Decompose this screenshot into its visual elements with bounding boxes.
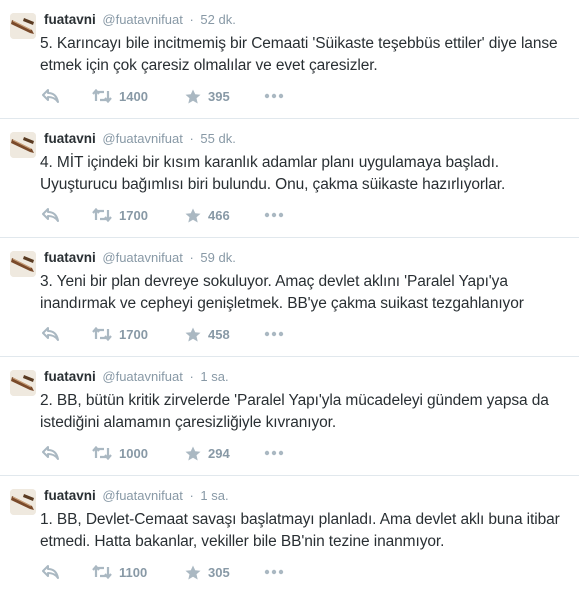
favorite-button[interactable]: 395 [185, 84, 230, 108]
tweet[interactable]: fuatavni @fuatavnifuat · 1 sa. 2. BB, bü… [0, 357, 579, 476]
avatar[interactable] [10, 13, 36, 39]
retweet-icon [92, 89, 112, 103]
author-username[interactable]: @fuatavnifuat [102, 12, 182, 27]
tweet-header: fuatavni @fuatavnifuat · 1 sa. [44, 487, 229, 505]
more-dots-icon [264, 450, 284, 456]
retweet-icon [92, 446, 112, 460]
tweet-text: 1. BB, Devlet-Cemaat savaşı başlatmayı p… [40, 511, 560, 550]
tweet-header: fuatavni @fuatavnifuat · 52 dk. [44, 11, 236, 29]
tweet-actions: 1400 395 [42, 84, 522, 108]
retweet-count: 1700 [119, 326, 148, 342]
reply-button[interactable] [42, 84, 60, 108]
more-dots-icon [264, 331, 284, 337]
reply-button[interactable] [42, 560, 60, 584]
tweet-text: 3. Yeni bir plan devreye sokuluyor. Amaç… [40, 273, 524, 312]
author-fullname[interactable]: fuatavni [44, 12, 96, 27]
reply-arrow-icon [42, 89, 59, 103]
author-fullname[interactable]: fuatavni [44, 369, 96, 384]
tweet-actions: 1100 305 [42, 560, 522, 584]
avatar[interactable] [10, 132, 36, 158]
separator-dot: · [189, 488, 194, 503]
retweet-icon [92, 327, 112, 341]
tweet-text: 4. MİT içindeki bir kısım karanlık adaml… [40, 154, 506, 193]
tweet-actions: 1700 466 [42, 203, 522, 227]
reply-arrow-icon [42, 208, 59, 222]
star-icon [185, 327, 201, 341]
reply-arrow-icon [42, 327, 59, 341]
favorite-button[interactable]: 458 [185, 322, 230, 346]
favorite-count: 294 [208, 445, 230, 461]
reply-arrow-icon [42, 446, 59, 460]
favorite-count: 466 [208, 207, 230, 223]
avatar[interactable] [10, 251, 36, 277]
more-button[interactable] [264, 203, 284, 227]
favorite-count: 305 [208, 564, 230, 580]
more-button[interactable] [264, 84, 284, 108]
tweet-actions: 1000 294 [42, 441, 522, 465]
star-icon [185, 565, 201, 579]
tweet-actions: 1700 458 [42, 322, 522, 346]
tweet-timestamp[interactable]: 59 dk. [200, 250, 235, 265]
tweet-timeline: fuatavni @fuatavnifuat · 52 dk. 5. Karın… [0, 0, 579, 595]
author-username[interactable]: @fuatavnifuat [102, 131, 182, 146]
reply-button[interactable] [42, 441, 60, 465]
more-button[interactable] [264, 560, 284, 584]
more-button[interactable] [264, 322, 284, 346]
retweet-count: 1700 [119, 207, 148, 223]
tweet-header: fuatavni @fuatavnifuat · 59 dk. [44, 249, 236, 267]
retweet-icon [92, 565, 112, 579]
more-dots-icon [264, 569, 284, 575]
retweet-button[interactable]: 1700 [92, 203, 148, 227]
tweet-text: 5. Karıncayı bile incitmemiş bir Cemaati… [40, 35, 558, 74]
separator-dot: · [189, 12, 194, 27]
avatar[interactable] [10, 370, 36, 396]
more-button[interactable] [264, 441, 284, 465]
favorite-button[interactable]: 466 [185, 203, 230, 227]
retweet-icon [92, 208, 112, 222]
tweet-text: 2. BB, bütün kritik zirvelerde 'Paralel … [40, 392, 549, 431]
retweet-count: 1000 [119, 445, 148, 461]
retweet-count: 1100 [119, 564, 148, 580]
favorite-count: 395 [208, 88, 230, 104]
retweet-button[interactable]: 1000 [92, 441, 148, 465]
separator-dot: · [189, 250, 194, 265]
favorite-count: 458 [208, 326, 230, 342]
tweet-timestamp[interactable]: 52 dk. [200, 12, 235, 27]
tweet[interactable]: fuatavni @fuatavnifuat · 55 dk. 4. MİT i… [0, 119, 579, 238]
star-icon [185, 208, 201, 222]
tweet-header: fuatavni @fuatavnifuat · 55 dk. [44, 130, 236, 148]
retweet-button[interactable]: 1400 [92, 84, 148, 108]
reply-button[interactable] [42, 203, 60, 227]
tweet-timestamp[interactable]: 55 dk. [200, 131, 235, 146]
tweet-timestamp[interactable]: 1 sa. [200, 488, 228, 503]
more-dots-icon [264, 212, 284, 218]
retweet-button[interactable]: 1700 [92, 322, 148, 346]
tweet[interactable]: fuatavni @fuatavnifuat · 59 dk. 3. Yeni … [0, 238, 579, 357]
author-username[interactable]: @fuatavnifuat [102, 369, 182, 384]
author-username[interactable]: @fuatavnifuat [102, 250, 182, 265]
more-dots-icon [264, 93, 284, 99]
tweet[interactable]: fuatavni @fuatavnifuat · 52 dk. 5. Karın… [0, 0, 579, 119]
author-username[interactable]: @fuatavnifuat [102, 488, 182, 503]
tweet-timestamp[interactable]: 1 sa. [200, 369, 228, 384]
star-icon [185, 89, 201, 103]
separator-dot: · [189, 131, 194, 146]
author-fullname[interactable]: fuatavni [44, 488, 96, 503]
retweet-button[interactable]: 1100 [92, 560, 147, 584]
reply-arrow-icon [42, 565, 59, 579]
favorite-button[interactable]: 294 [185, 441, 230, 465]
tweet[interactable]: fuatavni @fuatavnifuat · 1 sa. 1. BB, De… [0, 476, 579, 595]
star-icon [185, 446, 201, 460]
avatar[interactable] [10, 489, 36, 515]
favorite-button[interactable]: 305 [185, 560, 230, 584]
reply-button[interactable] [42, 322, 60, 346]
author-fullname[interactable]: fuatavni [44, 131, 96, 146]
author-fullname[interactable]: fuatavni [44, 250, 96, 265]
tweet-header: fuatavni @fuatavnifuat · 1 sa. [44, 368, 229, 386]
retweet-count: 1400 [119, 88, 148, 104]
separator-dot: · [189, 369, 194, 384]
